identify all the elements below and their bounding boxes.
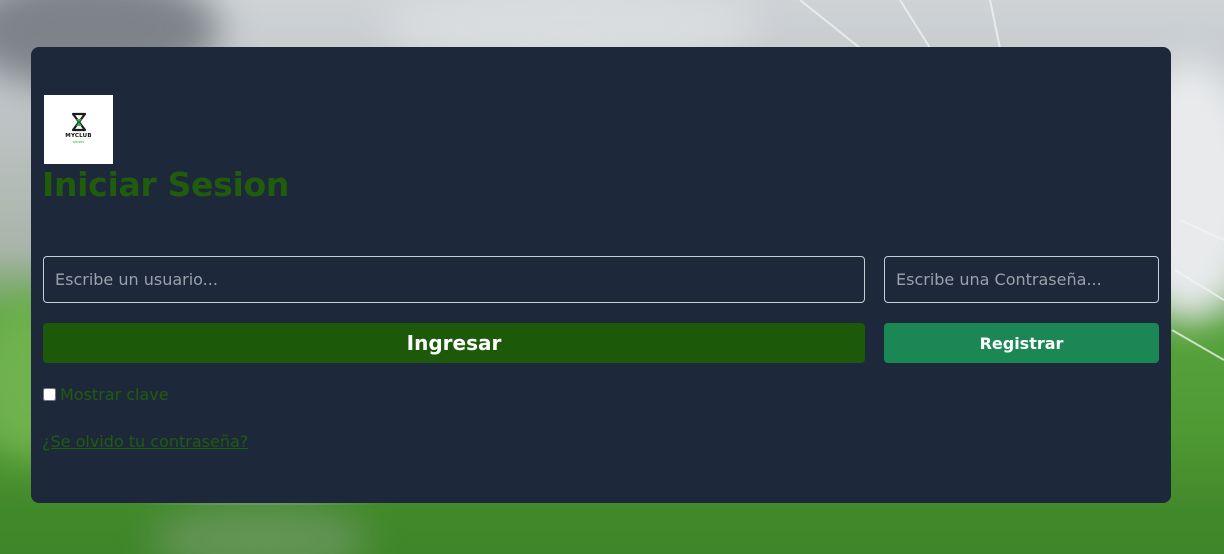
page-title: Iniciar Sesion <box>42 165 290 204</box>
forgot-password-link[interactable]: ¿Se olvido tu contraseña? <box>42 432 248 451</box>
login-button[interactable]: Ingresar <box>43 323 865 363</box>
register-button[interactable]: Registrar <box>884 323 1159 363</box>
show-password-label: Mostrar clave <box>60 385 169 404</box>
logo-tagline-text: SPORTS <box>72 140 85 145</box>
password-input[interactable] <box>884 256 1159 303</box>
show-password-row[interactable]: Mostrar clave <box>43 385 169 404</box>
username-input[interactable] <box>43 256 865 303</box>
logo-brand-text: MYCLUB <box>65 132 92 139</box>
myclub-logo: MYCLUB SPORTS <box>44 95 113 164</box>
login-card: MYCLUB SPORTS Iniciar Sesion Ingresar Re… <box>31 47 1171 503</box>
show-password-checkbox[interactable] <box>43 388 56 401</box>
myclub-logo-icon <box>71 112 86 131</box>
